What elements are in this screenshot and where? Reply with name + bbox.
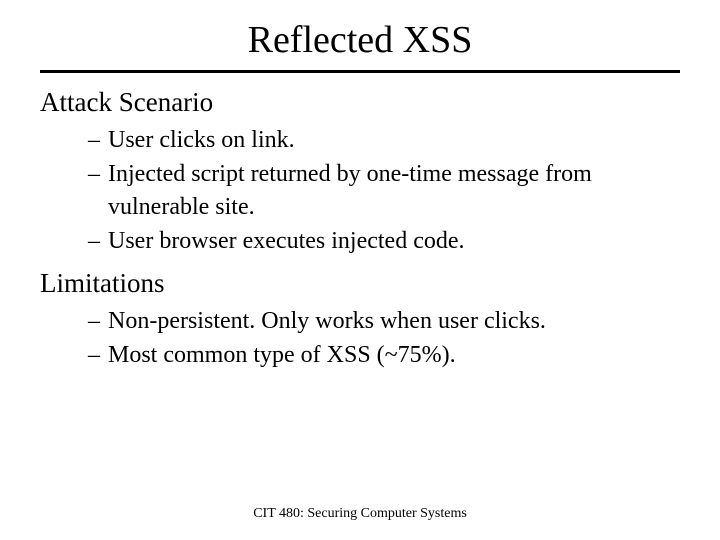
slide: Reflected XSS Attack Scenario –User clic…: [0, 0, 720, 371]
list-item: –Most common type of XSS (~75%).: [88, 339, 680, 371]
slide-footer: CIT 480: Securing Computer Systems: [0, 506, 720, 522]
dash-icon: –: [88, 225, 100, 257]
bullet-text: User browser executes injected code.: [108, 225, 465, 257]
dash-icon: –: [88, 305, 100, 337]
section-heading-attack-scenario: Attack Scenario: [40, 87, 680, 118]
bullet-text: Non-persistent. Only works when user cli…: [108, 305, 546, 337]
dash-icon: –: [88, 158, 100, 223]
bullet-text: User clicks on link.: [108, 124, 295, 156]
title-rule: [40, 70, 680, 73]
list-item: –User browser executes injected code.: [88, 225, 680, 257]
list-item: –User clicks on link.: [88, 124, 680, 156]
section-heading-limitations: Limitations: [40, 268, 680, 299]
dash-icon: –: [88, 124, 100, 156]
dash-icon: –: [88, 339, 100, 371]
slide-title: Reflected XSS: [40, 18, 680, 62]
bullet-list: –User clicks on link. –Injected script r…: [88, 124, 680, 258]
bullet-list: –Non-persistent. Only works when user cl…: [88, 305, 680, 372]
bullet-text: Most common type of XSS (~75%).: [108, 339, 456, 371]
list-item: –Injected script returned by one-time me…: [88, 158, 680, 223]
list-item: –Non-persistent. Only works when user cl…: [88, 305, 680, 337]
bullet-text: Injected script returned by one-time mes…: [108, 158, 680, 223]
